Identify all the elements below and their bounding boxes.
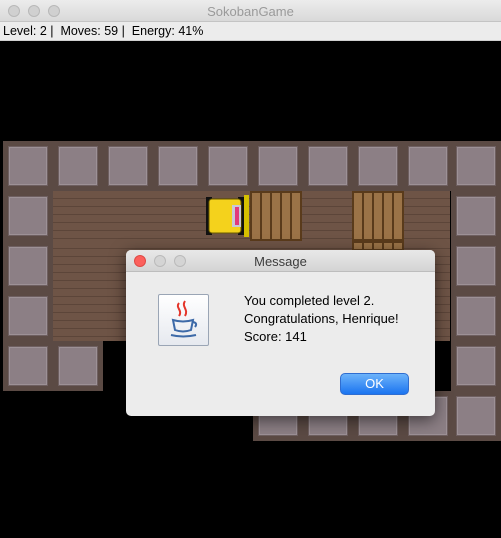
player-bulldozer xyxy=(206,195,249,237)
message-dialog: Message You completed level 2. Congratul… xyxy=(126,250,435,416)
ok-button[interactable]: OK xyxy=(340,373,409,395)
java-coffee-cup-icon xyxy=(158,294,209,346)
wall-tile xyxy=(253,141,303,191)
message-line: Score: 141 xyxy=(244,329,307,344)
crate xyxy=(250,191,302,241)
wall-tile xyxy=(153,141,203,191)
wall-tile xyxy=(303,141,353,191)
wall-tile xyxy=(3,141,53,191)
message-line: Congratulations, Henrique! xyxy=(244,311,399,326)
dialog-title-bar: Message xyxy=(126,250,435,272)
status-bar: Level: 2 | Moves: 59 | Energy: 41% xyxy=(0,22,501,41)
window-title-bar: SokobanGame xyxy=(0,0,501,22)
wall-tile xyxy=(53,141,103,191)
window-title: SokobanGame xyxy=(207,4,294,19)
wall-tile xyxy=(53,341,103,391)
wall-tile xyxy=(353,141,403,191)
wall-tile xyxy=(3,341,53,391)
crate xyxy=(352,191,404,241)
wall-tile xyxy=(451,191,501,241)
dialog-message: You completed level 2. Congratulations, … xyxy=(244,292,399,346)
wall-tile xyxy=(203,141,253,191)
dialog-title: Message xyxy=(254,254,307,269)
wall-tile xyxy=(3,241,53,291)
wall-tile xyxy=(3,191,53,241)
wall-tile xyxy=(403,141,453,191)
message-line: You completed level 2. xyxy=(244,293,375,308)
wall-tile xyxy=(451,141,501,191)
wall-tile xyxy=(451,341,501,391)
wall-tile xyxy=(451,391,501,441)
wall-tile xyxy=(451,291,501,341)
wall-tile xyxy=(3,291,53,341)
wall-tile xyxy=(103,141,153,191)
wall-tile xyxy=(451,241,501,291)
